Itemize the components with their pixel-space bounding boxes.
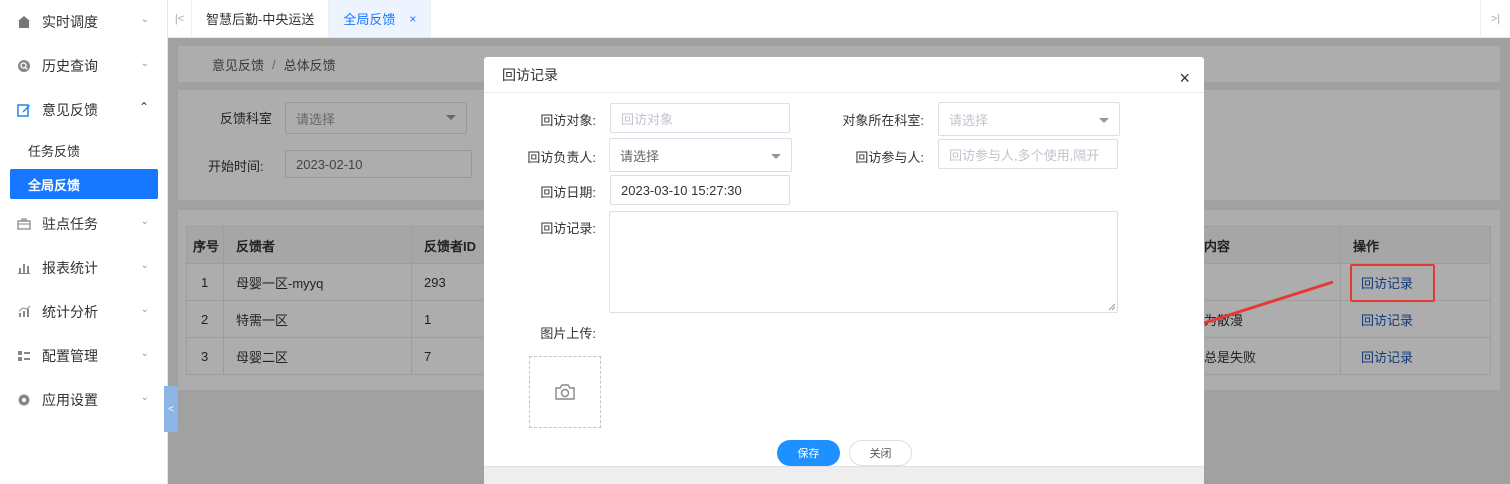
sidebar-item-reports[interactable]: 报表统计 ⌄ bbox=[0, 246, 167, 290]
chevron-down-icon: ⌄ bbox=[140, 260, 149, 271]
tab-global-feedback[interactable]: 全局反馈 × bbox=[329, 0, 432, 37]
chevron-down-icon: ⌄ bbox=[140, 304, 149, 315]
target-input[interactable]: 回访对象 bbox=[610, 103, 790, 133]
tab-scroll-right-icon[interactable]: >| bbox=[1480, 0, 1510, 38]
record-textarea[interactable] bbox=[609, 211, 1118, 313]
bar-chart-icon bbox=[16, 260, 32, 276]
target-dept-select[interactable]: 请选择 bbox=[938, 102, 1120, 136]
search-circle-icon bbox=[16, 58, 32, 74]
home-icon bbox=[16, 14, 32, 30]
image-upload-box[interactable] bbox=[529, 356, 601, 428]
highlight-annotation-box bbox=[1350, 264, 1435, 302]
tab-label: 智慧后勤-中央运送 bbox=[206, 12, 315, 27]
sidebar-item-label: 驻点任务 bbox=[42, 216, 98, 232]
target-dept-placeholder: 请选择 bbox=[949, 112, 989, 128]
save-button[interactable]: 保存 bbox=[777, 440, 840, 466]
close-icon[interactable]: × bbox=[1179, 69, 1190, 87]
chevron-down-icon: ⌄ bbox=[140, 348, 149, 359]
visit-record-dialog: 回访记录 × 回访对象: 回访对象 对象所在科室: 请选择 回访负责人: 请选择… bbox=[484, 57, 1204, 484]
dropdown-caret-icon bbox=[1099, 118, 1109, 123]
sidebar: 实时调度 ⌄ 历史查询 ⌄ 意见反馈 ⌃ 任务反馈 全局反馈 驻点任务 ⌄ 报表… bbox=[0, 0, 168, 484]
participants-input[interactable]: 回访参与人,多个使用,隔开 bbox=[938, 139, 1118, 169]
target-dept-label: 对象所在科室: bbox=[842, 113, 924, 128]
camera-icon bbox=[555, 384, 575, 400]
owner-label: 回访负责人: bbox=[527, 150, 596, 165]
sidebar-item-history-query[interactable]: 历史查询 ⌄ bbox=[0, 44, 167, 88]
target-placeholder: 回访对象 bbox=[621, 111, 674, 127]
owner-placeholder: 请选择 bbox=[620, 148, 660, 164]
sidebar-item-label: 意见反馈 bbox=[42, 102, 98, 118]
chevron-up-icon: ⌃ bbox=[138, 100, 149, 114]
sidebar-subitem-label: 全局反馈 bbox=[28, 177, 81, 193]
sidebar-item-feedback[interactable]: 意见反馈 ⌃ bbox=[0, 88, 167, 132]
sidebar-item-label: 配置管理 bbox=[42, 348, 98, 364]
sidebar-item-analysis[interactable]: 统计分析 ⌄ bbox=[0, 290, 167, 334]
tab-label: 全局反馈 bbox=[343, 12, 396, 27]
dialog-title: 回访记录 bbox=[502, 66, 558, 83]
edit-icon bbox=[16, 102, 32, 118]
participants-label: 回访参与人: bbox=[855, 150, 924, 165]
resize-handle-icon[interactable] bbox=[1108, 303, 1116, 311]
dropdown-caret-icon bbox=[771, 154, 781, 159]
sidebar-item-label: 报表统计 bbox=[42, 260, 98, 276]
sidebar-subitem-label: 任务反馈 bbox=[28, 144, 81, 159]
tab-bar: |< 智慧后勤-中央运送 全局反馈 × >| bbox=[168, 0, 1510, 38]
upload-label: 图片上传: bbox=[540, 326, 596, 341]
sidebar-item-label: 实时调度 bbox=[42, 14, 98, 30]
chevron-down-icon: ⌄ bbox=[140, 216, 149, 227]
date-label: 回访日期: bbox=[540, 185, 596, 200]
dialog-footer-bar bbox=[484, 466, 1204, 484]
sidebar-item-realtime-dispatch[interactable]: 实时调度 ⌄ bbox=[0, 0, 167, 44]
target-label: 回访对象: bbox=[540, 113, 596, 128]
sidebar-item-config[interactable]: 配置管理 ⌄ bbox=[0, 334, 167, 378]
sidebar-item-station-tasks[interactable]: 驻点任务 ⌄ bbox=[0, 202, 167, 246]
sidebar-subitem-global-feedback[interactable]: 全局反馈 bbox=[10, 169, 158, 199]
date-value: 2023-03-10 15:27:30 bbox=[621, 182, 742, 198]
tab-scroll-left-icon[interactable]: |< bbox=[168, 0, 192, 37]
gear-icon bbox=[16, 392, 32, 408]
chevron-down-icon: ⌄ bbox=[140, 58, 149, 69]
sidebar-item-label: 历史查询 bbox=[42, 58, 98, 74]
date-input[interactable]: 2023-03-10 15:27:30 bbox=[610, 175, 790, 205]
chevron-down-icon: ⌄ bbox=[140, 392, 149, 403]
sidebar-item-app-settings[interactable]: 应用设置 ⌄ bbox=[0, 378, 167, 422]
grid-list-icon bbox=[16, 348, 32, 364]
close-button[interactable]: 关闭 bbox=[849, 440, 912, 466]
analysis-icon bbox=[16, 304, 32, 320]
sidebar-item-label: 应用设置 bbox=[42, 392, 98, 408]
chevron-down-icon: ⌄ bbox=[140, 14, 149, 25]
sidebar-item-label: 统计分析 bbox=[42, 304, 98, 320]
participants-placeholder: 回访参与人,多个使用,隔开 bbox=[949, 147, 1100, 163]
record-label: 回访记录: bbox=[540, 221, 596, 236]
sidebar-collapse-handle[interactable]: < bbox=[164, 386, 178, 432]
close-icon[interactable]: × bbox=[409, 12, 416, 26]
tab-smart-logistics[interactable]: 智慧后勤-中央运送 bbox=[192, 0, 330, 37]
briefcase-icon bbox=[16, 216, 32, 232]
dialog-header: 回访记录 bbox=[484, 57, 1204, 93]
owner-select[interactable]: 请选择 bbox=[609, 138, 792, 172]
sidebar-subitem-task-feedback[interactable]: 任务反馈 bbox=[0, 132, 167, 169]
